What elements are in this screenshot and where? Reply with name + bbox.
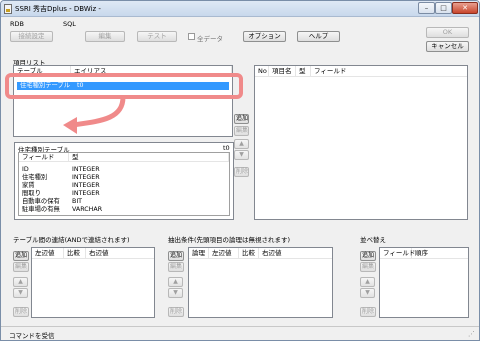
output-fields-header: No 項目名 型 フィールド — [255, 66, 467, 77]
column-header-left: 左辺値 — [209, 248, 239, 258]
column-header-type: 型 — [296, 66, 311, 76]
column-header-right: 右辺値 — [262, 249, 282, 257]
column-header-item-name: 項目名 — [269, 66, 296, 76]
annotation-arrow-line — [72, 96, 126, 128]
fields-list-header: フィールド 型 — [19, 153, 229, 162]
column-header-no: No — [255, 66, 269, 76]
sort-delete-button[interactable]: 削除 — [360, 307, 376, 317]
join-move-up-button[interactable]: ▲ — [13, 277, 28, 287]
conditions-add-button[interactable]: 追加 — [168, 251, 184, 261]
column-header-field: フィールド — [314, 67, 347, 75]
join-move-down-button[interactable]: ▼ — [13, 288, 28, 298]
field-name: 自動車の保有 — [22, 198, 60, 205]
join-label: テーブル間の連結(ANDで連結されます) — [13, 236, 130, 244]
column-header-field: フィールド — [19, 153, 69, 161]
sort-table: フィールド 順序 — [379, 247, 469, 318]
field-type: VARCHAR — [72, 206, 103, 213]
delete-item-button[interactable]: 削除 — [234, 167, 249, 177]
column-header-right: 右辺値 — [89, 249, 109, 257]
column-header-compare: 比較 — [64, 248, 86, 258]
join-edit-button[interactable]: 編集 — [13, 262, 29, 272]
conditions-move-down-button[interactable]: ▼ — [168, 288, 183, 298]
output-fields-table: No 項目名 型 フィールド — [254, 65, 468, 220]
table-row[interactable]: 家賃 INTEGER — [19, 182, 229, 190]
join-table: 左辺値 比較 右辺値 — [31, 247, 155, 318]
field-type: INTEGER — [72, 174, 100, 181]
table-row[interactable]: 駐車場の有無 VARCHAR — [19, 206, 229, 214]
table-row[interactable]: ID INTEGER — [19, 166, 229, 174]
fields-list: フィールド 型 ID INTEGER 住宅種別 INTEGER 家賃 INTEGER … — [18, 152, 230, 216]
conditions-label: 抽出条件(先頭項目の論理は無視されます) — [168, 236, 291, 244]
sort-label: 並べ替え — [360, 236, 386, 244]
annotation-highlight-box — [5, 73, 243, 99]
conditions-move-up-button[interactable]: ▲ — [168, 277, 183, 287]
field-name: 住宅種別 — [22, 174, 48, 181]
add-item-button[interactable]: 追加 — [234, 114, 249, 124]
fields-table-alias: t0 — [223, 144, 230, 152]
annotation-arrow-head — [63, 117, 77, 134]
fields-table: 住宅種別テーブル t0 フィールド 型 ID INTEGER 住宅種別 INTEGE… — [14, 142, 234, 220]
app-window: SSRI 秀吉Dplus - DBWiz - – □ ✕ RDB 接続設定 SQ… — [0, 0, 480, 341]
move-down-button[interactable]: ▼ — [234, 150, 249, 160]
table-row[interactable]: 住宅種別 INTEGER — [19, 174, 229, 182]
column-header-compare: 比較 — [239, 248, 259, 258]
table-row[interactable]: 間取り INTEGER — [19, 190, 229, 198]
field-type: INTEGER — [72, 190, 100, 197]
column-header-logic: 論理 — [189, 248, 209, 258]
field-name: ID — [22, 166, 29, 173]
table-row[interactable]: 自動車の保有 BIT — [19, 198, 229, 206]
join-header: 左辺値 比較 右辺値 — [32, 248, 154, 259]
edit-item-button[interactable]: 編集 — [234, 126, 249, 136]
resize-grip-icon[interactable]: ⋰ — [468, 330, 476, 338]
field-name: 家賃 — [22, 182, 35, 189]
field-name: 間取り — [22, 190, 41, 197]
column-header-field: フィールド — [380, 248, 415, 258]
conditions-delete-button[interactable]: 削除 — [168, 307, 184, 317]
field-name: 駐車場の有無 — [22, 206, 60, 213]
conditions-table: 論理 左辺値 比較 右辺値 — [188, 247, 333, 318]
join-add-button[interactable]: 追加 — [13, 251, 29, 261]
column-header-order: 順序 — [415, 249, 428, 257]
status-bar: コマンドを受信 ⋰ — [1, 326, 479, 340]
conditions-header: 論理 左辺値 比較 右辺値 — [189, 248, 332, 259]
sort-edit-button[interactable]: 編集 — [360, 262, 376, 272]
status-text: コマンドを受信 — [9, 332, 55, 340]
column-header-type: 型 — [69, 153, 229, 161]
sort-move-down-button[interactable]: ▼ — [360, 288, 375, 298]
fields-table-titlebar: 住宅種別テーブル t0 — [15, 143, 233, 154]
field-type: INTEGER — [72, 166, 100, 173]
field-type: INTEGER — [72, 182, 100, 189]
sort-add-button[interactable]: 追加 — [360, 251, 376, 261]
field-type: BIT — [72, 198, 83, 205]
move-up-button[interactable]: ▲ — [234, 139, 249, 149]
column-header-left: 左辺値 — [32, 248, 64, 258]
join-delete-button[interactable]: 削除 — [13, 307, 29, 317]
sort-move-up-button[interactable]: ▲ — [360, 277, 375, 287]
conditions-edit-button[interactable]: 編集 — [168, 262, 184, 272]
sort-header: フィールド 順序 — [380, 248, 468, 259]
